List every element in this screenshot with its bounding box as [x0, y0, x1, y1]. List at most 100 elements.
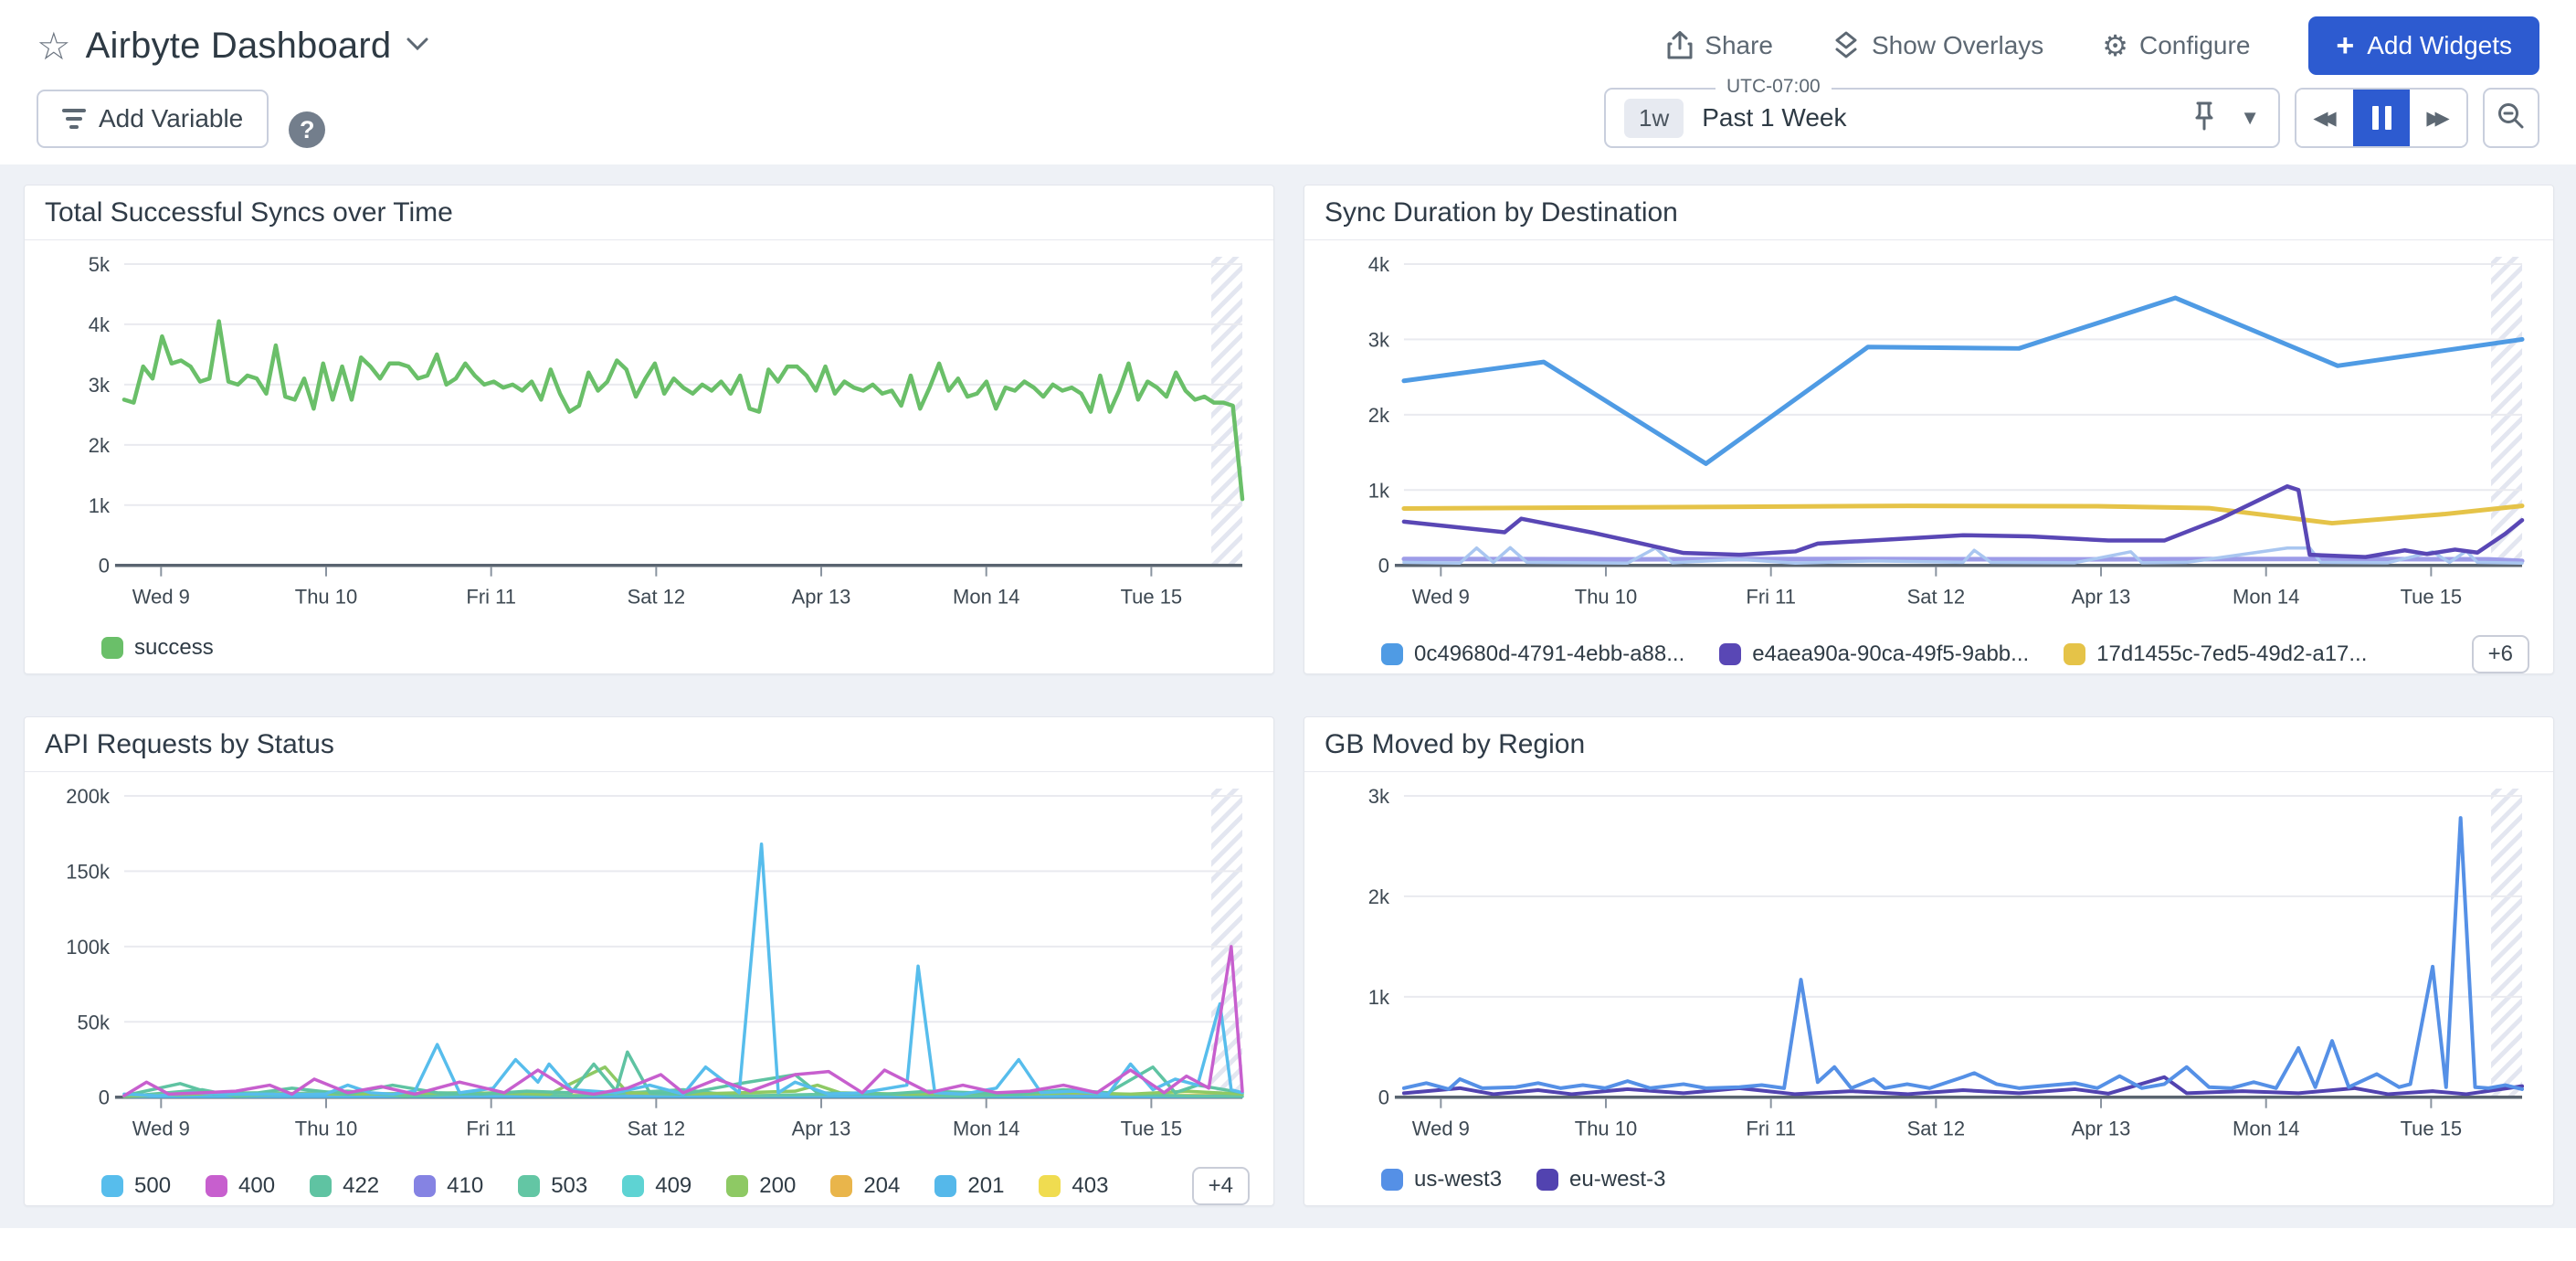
zoom-out-button[interactable] [2483, 88, 2539, 148]
svg-text:Fri 11: Fri 11 [1746, 586, 1796, 609]
backward-button[interactable]: ◀◀ [2296, 90, 2353, 146]
forward-button[interactable]: ▶▶ [2410, 90, 2466, 146]
favorite-star-icon[interactable]: ☆ [37, 24, 71, 69]
legend-item[interactable]: 204 [830, 1173, 900, 1199]
legend-item[interactable]: eu-west-3 [1536, 1167, 1665, 1192]
svg-text:Tue 15: Tue 15 [2401, 586, 2463, 609]
svg-text:Mon 14: Mon 14 [953, 586, 1019, 609]
svg-text:Apr 13: Apr 13 [792, 586, 851, 609]
svg-text:Wed 9: Wed 9 [132, 586, 190, 609]
legend-label: 500 [134, 1173, 171, 1199]
widget-api-requests: API Requests by Status 050k100k150k200kW… [24, 716, 1274, 1206]
pause-icon [2372, 106, 2391, 130]
chart-legend: us-west3 eu-west-3 [1304, 1167, 2553, 1209]
legend-item[interactable]: 201 [934, 1173, 1004, 1199]
show-overlays-button[interactable]: Show Overlays [1832, 31, 2043, 60]
svg-text:Fri 11: Fri 11 [466, 1118, 516, 1140]
legend-item[interactable]: 403 [1039, 1173, 1108, 1199]
svg-text:50k: 50k [78, 1011, 111, 1033]
legend-more-badge[interactable]: +6 [2472, 635, 2529, 673]
svg-text:2k: 2k [1368, 404, 1390, 427]
legend-swatch [310, 1175, 332, 1197]
legend-swatch [934, 1175, 956, 1197]
svg-text:Tue 15: Tue 15 [2401, 1118, 2463, 1140]
title-chevron-down-icon[interactable] [406, 36, 429, 57]
widget-title: Total Successful Syncs over Time [25, 185, 1273, 240]
svg-text:5k: 5k [89, 253, 111, 276]
legend-item[interactable]: success [101, 635, 214, 661]
question-icon: ? [300, 116, 315, 144]
chart-canvas-sync-duration[interactable]: 01k2k3k4kWed 9Thu 10Fri 11Sat 12Apr 13Mo… [1317, 244, 2540, 635]
time-range-selector[interactable]: UTC-07:00 1w Past 1 Week ▼ [1604, 88, 2280, 148]
add-variable-button[interactable]: Add Variable [37, 90, 269, 148]
widget-total-successful-syncs: Total Successful Syncs over Time 01k2k3k… [24, 185, 1274, 674]
chart-legend: 500 400 422 410 503 409 200 204 201 403 +4 [25, 1167, 1273, 1222]
legend-item[interactable]: 17d1455c-7ed5-49d2-a17... [2064, 641, 2367, 667]
widget-title: GB Moved by Region [1304, 717, 2553, 772]
legend-item[interactable]: 0c49680d-4791-4ebb-a88... [1381, 641, 1684, 667]
range-label: Past 1 Week [1702, 103, 1846, 132]
legend-item[interactable]: 410 [414, 1173, 483, 1199]
timezone-label: UTC-07:00 [1716, 76, 1832, 98]
zoom-out-icon [2497, 101, 2526, 135]
legend-label: 204 [863, 1173, 900, 1199]
legend-item[interactable]: 400 [206, 1173, 275, 1199]
widget-title: API Requests by Status [25, 717, 1273, 772]
svg-text:Apr 13: Apr 13 [2072, 1118, 2131, 1140]
svg-text:Apr 13: Apr 13 [792, 1118, 851, 1140]
range-chip[interactable]: 1w [1624, 99, 1684, 138]
chart-legend: success [25, 635, 1273, 677]
svg-text:Fri 11: Fri 11 [1746, 1118, 1796, 1140]
svg-text:100k: 100k [66, 936, 111, 959]
svg-text:2k: 2k [89, 434, 111, 457]
chart-canvas-gb-moved[interactable]: 01k2k3kWed 9Thu 10Fri 11Sat 12Apr 13Mon … [1317, 776, 2540, 1167]
legend-item[interactable]: e4aea90a-90ca-49f5-9abb... [1719, 641, 2029, 667]
legend-swatch [1536, 1169, 1558, 1191]
svg-text:4k: 4k [1368, 253, 1390, 276]
show-overlays-label: Show Overlays [1872, 31, 2043, 60]
svg-text:Mon 14: Mon 14 [953, 1118, 1019, 1140]
help-button[interactable]: ? [289, 111, 325, 148]
svg-text:1k: 1k [1368, 986, 1390, 1009]
svg-text:Fri 11: Fri 11 [466, 586, 516, 609]
rewind-icon: ◀◀ [2313, 107, 2336, 130]
svg-text:Sat 12: Sat 12 [628, 586, 686, 609]
share-button[interactable]: Share [1666, 31, 1773, 60]
legend-label: e4aea90a-90ca-49f5-9abb... [1752, 641, 2029, 667]
legend-item[interactable]: 422 [310, 1173, 379, 1199]
svg-text:0: 0 [1378, 555, 1389, 578]
legend-item[interactable]: 200 [726, 1173, 796, 1199]
add-widgets-label: Add Widgets [2367, 31, 2512, 60]
svg-text:Wed 9: Wed 9 [1412, 586, 1470, 609]
legend-item[interactable]: 500 [101, 1173, 171, 1199]
svg-text:Tue 15: Tue 15 [1121, 1118, 1183, 1140]
plus-icon: + [2336, 30, 2354, 61]
legend-swatch [101, 1175, 123, 1197]
svg-text:0: 0 [99, 1086, 110, 1109]
chart-canvas-total-syncs[interactable]: 01k2k3k4k5kWed 9Thu 10Fri 11Sat 12Apr 13… [37, 244, 1261, 635]
legend-more-badge[interactable]: +4 [1192, 1167, 1250, 1205]
legend-swatch [206, 1175, 227, 1197]
add-widgets-button[interactable]: + Add Widgets [2308, 16, 2539, 75]
legend-swatch [1719, 643, 1741, 665]
svg-text:Wed 9: Wed 9 [1412, 1118, 1470, 1140]
share-icon [1666, 31, 1694, 60]
overlays-icon [1832, 31, 1861, 60]
pin-icon[interactable] [2192, 101, 2216, 136]
svg-text:Apr 13: Apr 13 [2072, 586, 2131, 609]
configure-button[interactable]: ⚙ Configure [2102, 31, 2250, 60]
legend-label: 409 [655, 1173, 692, 1199]
range-dropdown-caret-icon[interactable]: ▼ [2240, 106, 2260, 130]
legend-swatch [830, 1175, 852, 1197]
chart-canvas-api-requests[interactable]: 050k100k150k200kWed 9Thu 10Fri 11Sat 12A… [37, 776, 1261, 1167]
svg-text:Sat 12: Sat 12 [628, 1118, 686, 1140]
legend-item[interactable]: us-west3 [1381, 1167, 1502, 1192]
svg-text:0: 0 [1378, 1086, 1389, 1109]
pause-button[interactable] [2353, 90, 2410, 146]
legend-swatch [1039, 1175, 1061, 1197]
fast-forward-icon: ▶▶ [2426, 107, 2449, 130]
legend-label: 201 [967, 1173, 1004, 1199]
legend-item[interactable]: 503 [518, 1173, 587, 1199]
legend-item[interactable]: 409 [622, 1173, 692, 1199]
svg-text:Thu 10: Thu 10 [295, 586, 357, 609]
